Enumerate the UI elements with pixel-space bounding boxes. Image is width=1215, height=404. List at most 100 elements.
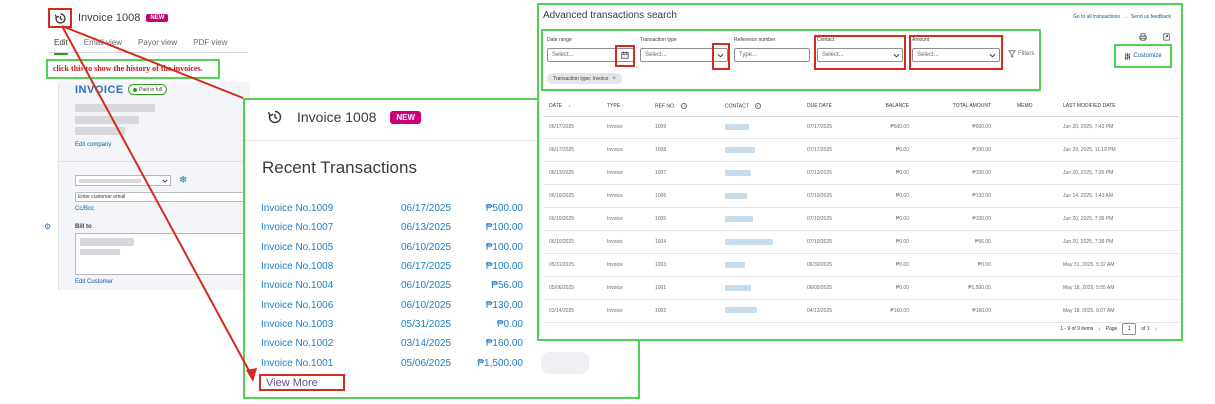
list-item[interactable]: Invoice No.1006 06/10/2025 ₱130.00 bbox=[261, 295, 523, 314]
table-row[interactable]: 05/06/2025 Invoice 1001 06/05/2025 ₱0.00 ₱1,5… bbox=[543, 276, 1179, 300]
redacted-contact bbox=[725, 238, 773, 245]
info-icon[interactable]: i bbox=[681, 102, 688, 109]
all-transactions-link[interactable]: Go to all transactions bbox=[1073, 14, 1120, 20]
cell-type: Invoice bbox=[601, 116, 649, 140]
table-row[interactable]: 06/17/2025 Invoice 1009 07/17/2025 ₱500.00 ₱5… bbox=[543, 116, 1179, 140]
list-item[interactable]: Invoice No.1004 06/10/2025 ₱56.00 bbox=[261, 276, 523, 295]
cell-due-date: 07/10/2025 bbox=[801, 230, 865, 254]
history-icon[interactable] bbox=[267, 109, 283, 125]
cell-balance: ₱0.00 bbox=[865, 138, 929, 163]
cell-contact bbox=[719, 253, 801, 277]
contact-label: Contact bbox=[817, 37, 835, 43]
col-due-date[interactable]: DUE DATE bbox=[801, 96, 865, 117]
customer-email-input[interactable]: Enter customer email bbox=[75, 192, 251, 202]
invoice-link[interactable]: Invoice No.1005 bbox=[261, 242, 401, 253]
export-icon[interactable] bbox=[1163, 33, 1170, 41]
chevron-right-icon[interactable]: › bbox=[1155, 326, 1157, 333]
history-button[interactable] bbox=[48, 8, 72, 28]
invoice-date: 06/10/2025 bbox=[401, 280, 452, 292]
invoice-link[interactable]: Invoice No.1001 bbox=[261, 358, 401, 369]
edit-company-link[interactable]: Edit company bbox=[75, 142, 111, 148]
col-last-modified[interactable]: LAST MODIFIED DATE bbox=[1057, 96, 1179, 117]
filters-button[interactable]: Filters bbox=[1008, 50, 1034, 58]
list-item[interactable]: Invoice No.1008 06/17/2025 ₱100.00 bbox=[261, 257, 523, 276]
close-icon[interactable]: × bbox=[612, 76, 616, 82]
advanced-search-panel: Advanced transactions search Go to all t… bbox=[537, 3, 1183, 341]
cell-memo bbox=[1011, 116, 1057, 140]
customize-button[interactable]: Customize bbox=[1114, 44, 1172, 68]
table-row[interactable]: 05/31/2025 Invoice 1003 06/30/2025 ₱0.00 ₱0.0… bbox=[543, 253, 1179, 277]
invoice-amount: ₱500.00 bbox=[485, 203, 523, 215]
info-icon[interactable]: i bbox=[754, 102, 761, 109]
list-item[interactable]: Invoice No.1009 06/17/2025 ₱500.00 bbox=[261, 199, 523, 218]
invoice-link[interactable]: Invoice No.1003 bbox=[261, 319, 401, 330]
invoice-link[interactable]: Invoice No.1007 bbox=[261, 222, 401, 233]
send-feedback-link[interactable]: Send us feedback bbox=[1131, 14, 1171, 20]
cell-modified: Jun 29, 2025, 11:19 PM bbox=[1057, 138, 1179, 163]
cell-due-date: 07/17/2025 bbox=[801, 138, 865, 163]
invoice-link[interactable]: Invoice No.1002 bbox=[261, 338, 401, 349]
table-row[interactable]: 06/13/2025 Invoice 1007 07/13/2025 ₱0.00 ₱100… bbox=[543, 161, 1179, 186]
amount-select[interactable]: Select... bbox=[912, 48, 1000, 62]
sort-down-icon[interactable]: ↓ bbox=[568, 103, 571, 109]
cell-date: 05/31/2025 bbox=[543, 253, 601, 277]
cell-balance: ₱160.00 bbox=[865, 299, 929, 323]
bill-to-address[interactable] bbox=[75, 233, 251, 275]
invoice-link[interactable]: Invoice No.1006 bbox=[261, 300, 401, 311]
col-ref-no[interactable]: REF NO. i bbox=[649, 96, 719, 117]
col-date[interactable]: DATE ↓ bbox=[543, 96, 601, 117]
table-row[interactable]: 06/10/2025 Invoice 1006 07/10/2025 ₱0.00 ₱130… bbox=[543, 184, 1179, 209]
table-row[interactable]: 06/10/2025 Invoice 1005 07/10/2025 ₱0.00 ₱100… bbox=[543, 207, 1179, 231]
chevron-down-icon[interactable] bbox=[989, 53, 996, 58]
chevron-down-icon[interactable] bbox=[893, 53, 900, 58]
reference-number-input[interactable]: Type... bbox=[734, 48, 810, 62]
list-item[interactable]: Invoice No.1003 05/31/2025 ₱0.00 bbox=[261, 315, 523, 334]
col-contact[interactable]: CONTACT i bbox=[719, 96, 801, 117]
cc-bcc-link[interactable]: Cc/Bcc bbox=[75, 206, 94, 212]
list-item[interactable]: Invoice No.1002 03/14/2025 ₱160.00 bbox=[261, 334, 523, 353]
invoice-date: 03/14/2025 bbox=[401, 338, 452, 350]
chevron-down-icon[interactable] bbox=[717, 53, 724, 58]
invoice-link[interactable]: Invoice No.1004 bbox=[261, 280, 401, 291]
col-balance[interactable]: BALANCE bbox=[865, 96, 929, 117]
page-number-input[interactable]: 1 bbox=[1122, 323, 1137, 335]
amount-label: Amount bbox=[912, 37, 930, 43]
cell-balance: ₱0.00 bbox=[865, 276, 929, 300]
customer-select[interactable] bbox=[75, 175, 171, 186]
cell-date: 06/13/2025 bbox=[543, 161, 601, 186]
link-separator: → bbox=[1122, 14, 1128, 20]
table-row[interactable]: 03/14/2025 Invoice 1002 04/13/2025 ₱160.00 ₱1… bbox=[543, 299, 1179, 323]
list-item[interactable]: Invoice No.1005 06/10/2025 ₱100.00 bbox=[261, 238, 523, 257]
cell-contact bbox=[719, 207, 801, 231]
snowflake-icon[interactable]: ❄ bbox=[179, 175, 187, 186]
calendar-icon[interactable] bbox=[621, 51, 629, 59]
cell-memo bbox=[1011, 207, 1057, 231]
edit-customer-link[interactable]: Edit Customer bbox=[75, 279, 113, 285]
gear-icon[interactable]: ⚙ bbox=[44, 222, 51, 231]
view-more-button[interactable]: View More bbox=[259, 374, 345, 391]
col-type[interactable]: TYPE bbox=[601, 96, 649, 117]
col-memo[interactable]: MEMO bbox=[1011, 96, 1057, 117]
table-row[interactable]: 06/10/2025 Invoice 1004 07/10/2025 ₱0.00 ₱56.… bbox=[543, 230, 1179, 254]
cell-ref: 1002 bbox=[649, 299, 719, 323]
cell-balance: ₱0.00 bbox=[865, 230, 929, 254]
contact-select[interactable]: Select... bbox=[817, 48, 903, 62]
print-icon[interactable] bbox=[1139, 33, 1147, 41]
page-label: Page bbox=[1105, 326, 1118, 332]
cell-balance: ₱0.00 bbox=[865, 161, 929, 186]
active-filter-chip[interactable]: Transaction type: Invoice × bbox=[547, 73, 622, 84]
cell-total: ₱1,500.00 bbox=[929, 276, 1011, 300]
invoice-amount: ₱160.00 bbox=[485, 338, 523, 350]
cell-due-date: 06/30/2025 bbox=[801, 253, 865, 277]
invoice-amount: ₱1,500.00 bbox=[477, 357, 523, 369]
list-item[interactable]: Invoice No.1001 05/06/2025 ₱1,500.00 bbox=[261, 353, 523, 372]
redacted-company-line bbox=[75, 116, 139, 124]
invoice-link[interactable]: Invoice No.1008 bbox=[261, 261, 401, 272]
col-total-amount[interactable]: TOTAL AMOUNT bbox=[929, 96, 1011, 117]
invoice-editor-panel: Invoice 1008 NEW Edit Email view Payor v… bbox=[44, 0, 251, 290]
invoice-link[interactable]: Invoice No.1009 bbox=[261, 203, 401, 214]
cell-memo bbox=[1011, 253, 1057, 277]
chevron-left-icon[interactable]: ‹ bbox=[1098, 326, 1100, 333]
table-row[interactable]: 06/17/2025 Invoice 1008 07/17/2025 ₱0.00 ₱100… bbox=[543, 138, 1179, 163]
list-item[interactable]: Invoice No.1007 06/13/2025 ₱100.00 bbox=[261, 218, 523, 237]
